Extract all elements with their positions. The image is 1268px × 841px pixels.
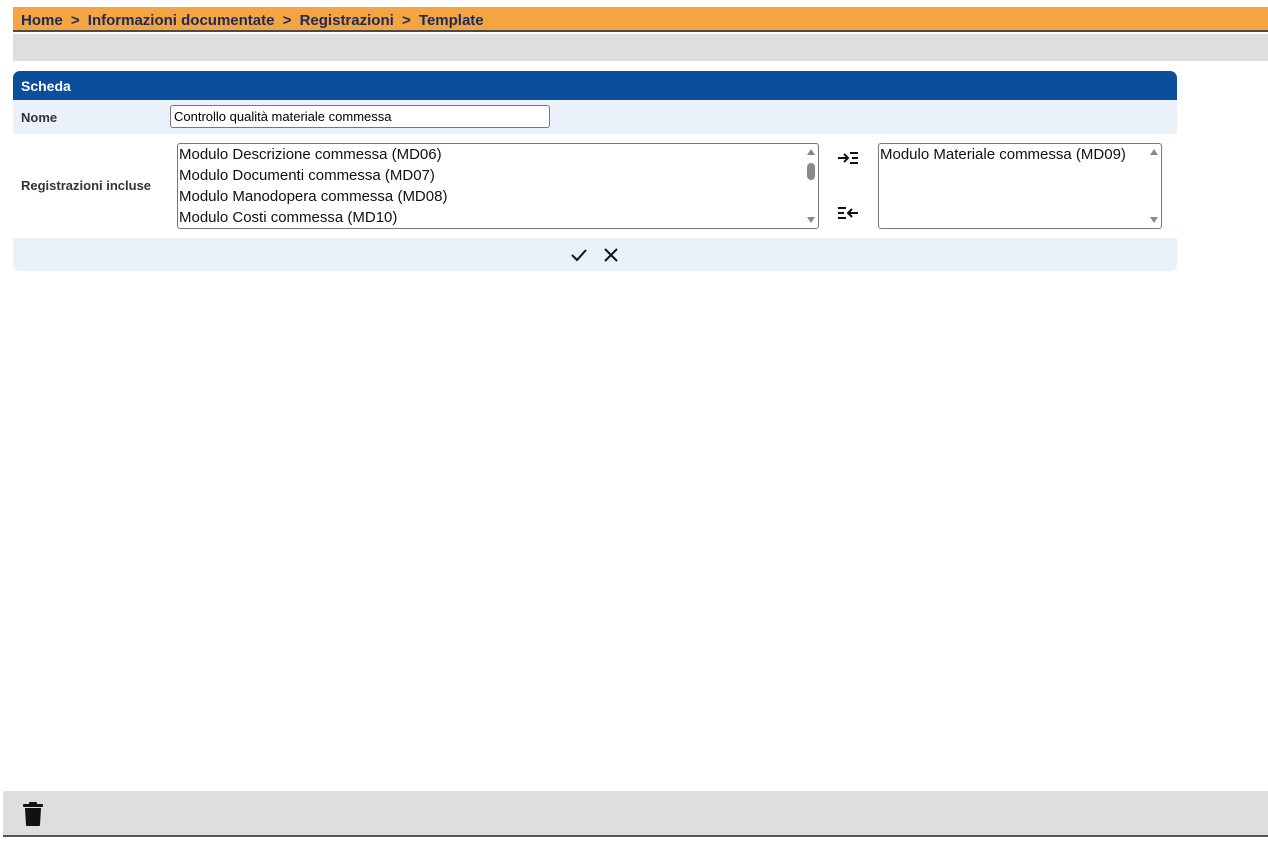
list-item[interactable]: Modulo Documenti commessa (MD07) bbox=[178, 165, 818, 186]
scroll-up-arrow-icon[interactable] bbox=[1150, 149, 1158, 155]
selected-registrazioni-list[interactable]: Modulo Materiale commessa (MD09) bbox=[878, 143, 1162, 229]
scrollbar-thumb[interactable] bbox=[807, 163, 815, 180]
list-item[interactable]: Modulo Costi commessa (MD10) bbox=[178, 207, 818, 228]
scroll-up-arrow-icon[interactable] bbox=[807, 149, 815, 155]
top-toolbar bbox=[13, 34, 1268, 61]
list-item[interactable]: Modulo Descrizione commessa (MD06) bbox=[178, 144, 818, 165]
available-registrazioni-list[interactable]: Modulo Descrizione commessa (MD06) Modul… bbox=[177, 143, 819, 229]
breadcrumb-separator: > bbox=[401, 12, 411, 29]
move-from-list-icon bbox=[838, 207, 858, 219]
trash-icon bbox=[23, 802, 43, 826]
confirm-button[interactable] bbox=[569, 246, 589, 264]
check-icon bbox=[571, 249, 587, 262]
move-to-list-icon bbox=[838, 152, 858, 164]
breadcrumb-home[interactable]: Home bbox=[21, 12, 63, 29]
close-icon bbox=[604, 248, 618, 262]
nome-label: Nome bbox=[21, 110, 58, 125]
breadcrumb-template: Template bbox=[418, 12, 484, 29]
scroll-down-arrow-icon[interactable] bbox=[1150, 217, 1158, 223]
remove-from-selected-button[interactable] bbox=[835, 202, 861, 224]
list-scrollbar[interactable] bbox=[1147, 144, 1161, 228]
delete-button[interactable] bbox=[22, 801, 44, 827]
add-to-selected-button[interactable] bbox=[835, 147, 861, 169]
breadcrumb: Home > Informazioni documentate > Regist… bbox=[13, 7, 1268, 32]
breadcrumb-informazioni-documentate[interactable]: Informazioni documentate bbox=[88, 12, 275, 29]
list-item[interactable]: Modulo Manodopera commessa (MD08) bbox=[178, 186, 818, 207]
registrazioni-row: Registrazioni incluse Modulo Descrizione… bbox=[13, 134, 1177, 238]
list-item[interactable]: Modulo Materiale commessa (MD09) bbox=[879, 144, 1161, 165]
nome-row: Nome bbox=[13, 100, 1177, 134]
list-scrollbar[interactable] bbox=[804, 144, 818, 228]
nome-input[interactable] bbox=[170, 105, 550, 128]
actions-row bbox=[13, 238, 1177, 271]
card-title: Scheda bbox=[13, 71, 1177, 100]
cancel-button[interactable] bbox=[601, 246, 621, 264]
scheda-card: Scheda Nome Registrazioni incluse Modulo… bbox=[13, 71, 1177, 271]
scroll-down-arrow-icon[interactable] bbox=[807, 217, 815, 223]
registrazioni-label: Registrazioni incluse bbox=[21, 178, 152, 193]
breadcrumb-separator: > bbox=[70, 12, 80, 29]
breadcrumb-registrazioni[interactable]: Registrazioni bbox=[300, 12, 394, 29]
bottom-toolbar bbox=[3, 791, 1268, 837]
breadcrumb-separator: > bbox=[282, 12, 292, 29]
